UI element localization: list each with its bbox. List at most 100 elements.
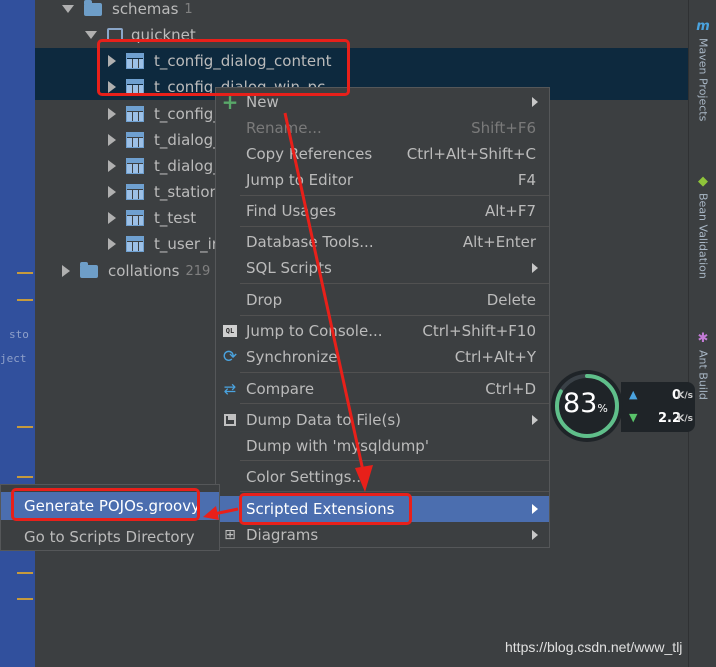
- menu-separator: [240, 460, 549, 461]
- menu-item-label: Drop: [246, 291, 283, 309]
- tool-label: Bean Validation: [696, 193, 710, 279]
- console-icon: QL: [221, 322, 239, 340]
- tree-node-label: collations: [108, 262, 180, 280]
- arrow-down-icon: ▼: [629, 411, 638, 424]
- menu-item-shortcut: F4: [517, 171, 536, 189]
- tree-node-label: t_test: [154, 209, 197, 227]
- menu-item-label: Copy References: [246, 145, 373, 163]
- chevron-down-icon[interactable]: [85, 31, 97, 39]
- maven-icon: m: [696, 19, 710, 34]
- network-monitor-widget: ▲ 0 K/s ▼ 2.2 K/s 83%: [551, 370, 697, 442]
- menu-item-label: Find Usages: [246, 202, 337, 220]
- table-icon: [126, 79, 144, 95]
- tool-label: Maven Projects: [696, 38, 710, 122]
- folder-icon: [80, 261, 98, 278]
- chevron-right-icon[interactable]: [108, 55, 116, 67]
- menu-item-scripted-extensions[interactable]: Scripted Extensions: [216, 496, 549, 522]
- chevron-right-icon[interactable]: [108, 160, 116, 172]
- memory-gauge: 83%: [551, 370, 623, 442]
- gutter-marker: [17, 426, 33, 428]
- menu-item-label: Go to Scripts Directory: [24, 528, 195, 546]
- menu-item-go-to-scripts-directory[interactable]: Go to Scripts Directory: [1, 523, 219, 551]
- chevron-right-icon[interactable]: [108, 134, 116, 146]
- chevron-right-icon[interactable]: [108, 186, 116, 198]
- submenu-arrow-icon: [532, 504, 538, 514]
- tree-node-table[interactable]: t_config_: [108, 101, 221, 127]
- table-icon: [126, 210, 144, 226]
- gutter-marker: [17, 598, 33, 600]
- menu-item-new[interactable]: + New: [216, 89, 549, 115]
- tree-node-collations[interactable]: collations 219: [62, 258, 210, 284]
- bean-icon: ◆: [698, 174, 708, 189]
- tool-label: Ant Build: [696, 350, 710, 400]
- menu-item-jump-to-console[interactable]: QL Jump to Console... Ctrl+Shift+F10: [216, 318, 549, 344]
- right-tool-strip: m Maven Projects ◆ Bean Validation ✱ Ant…: [688, 0, 716, 667]
- table-icon: [126, 53, 144, 69]
- menu-item-label: Dump with 'mysqldump': [246, 437, 429, 455]
- menu-item-drop[interactable]: Drop Delete: [216, 287, 549, 313]
- menu-item-copy-references[interactable]: Copy References Ctrl+Alt+Shift+C: [216, 141, 549, 167]
- tree-node-table[interactable]: t_test: [108, 205, 196, 231]
- menu-separator: [240, 491, 549, 492]
- menu-item-label: Scripted Extensions: [246, 500, 395, 518]
- menu-separator: [240, 283, 549, 284]
- menu-item-database-tools[interactable]: Database Tools... Alt+Enter: [216, 229, 549, 255]
- submenu-arrow-icon: [532, 263, 538, 273]
- chevron-right-icon[interactable]: [108, 212, 116, 224]
- tree-node-quicknet[interactable]: quicknet: [85, 22, 196, 48]
- table-icon: [126, 236, 144, 252]
- menu-item-shortcut: Alt+F7: [484, 202, 536, 220]
- gutter-marker: [17, 299, 33, 301]
- gauge-value: 83: [563, 388, 598, 419]
- menu-item-synchronize[interactable]: ⟳ Synchronize Ctrl+Alt+Y: [216, 344, 549, 370]
- chevron-right-icon[interactable]: [108, 81, 116, 93]
- tree-node-table[interactable]: t_user_ir: [108, 231, 218, 257]
- tree-node-count: 219: [185, 263, 211, 279]
- chevron-right-icon[interactable]: [108, 108, 116, 120]
- menu-item-label: Database Tools...: [246, 233, 374, 251]
- table-icon: [126, 158, 144, 174]
- tool-maven-projects[interactable]: m Maven Projects: [691, 19, 715, 122]
- menu-item-dump-mysqldump[interactable]: Dump with 'mysqldump': [216, 433, 549, 459]
- tree-node-schemas[interactable]: schemas 1: [62, 0, 193, 22]
- tree-node-table[interactable]: t_station_: [108, 179, 227, 205]
- menu-item-dump-data[interactable]: Dump Data to File(s): [216, 407, 549, 433]
- menu-item-label: Diagrams: [246, 526, 319, 544]
- menu-item-label: Color Settings...: [246, 468, 366, 486]
- menu-item-sql-scripts[interactable]: SQL Scripts: [216, 255, 549, 281]
- tool-bean-validation[interactable]: ◆ Bean Validation: [691, 175, 715, 279]
- diagram-icon: ⊞: [224, 527, 236, 543]
- chevron-right-icon[interactable]: [108, 238, 116, 250]
- save-icon: [221, 411, 239, 429]
- menu-item-jump-to-editor[interactable]: Jump to Editor F4: [216, 167, 549, 193]
- menu-separator: [240, 403, 549, 404]
- submenu-arrow-icon: [532, 530, 538, 540]
- tree-node-label: schemas: [112, 0, 179, 18]
- download-unit: K/s: [677, 414, 693, 424]
- menu-item-rename[interactable]: Rename... Shift+F6: [216, 115, 549, 141]
- menu-item-shortcut: Ctrl+Alt+Shift+C: [406, 145, 536, 163]
- tree-node-table[interactable]: t_dialog_: [108, 153, 221, 179]
- arrow-up-icon: ▲: [629, 388, 638, 401]
- menu-item-find-usages[interactable]: Find Usages Alt+F7: [216, 198, 549, 224]
- menu-item-label: Rename...: [246, 119, 322, 137]
- left-editor-strip: sto ject: [0, 0, 35, 667]
- schema-icon: [107, 28, 123, 42]
- table-icon: [126, 132, 144, 148]
- menu-item-color-settings[interactable]: Color Settings...: [216, 464, 549, 490]
- menu-separator: [240, 226, 549, 227]
- scripted-extensions-submenu: Generate POJOs.groovy Go to Scripts Dire…: [0, 484, 220, 551]
- menu-item-diagrams[interactable]: ⊞ Diagrams: [216, 522, 549, 548]
- menu-item-shortcut: Ctrl+D: [485, 380, 536, 398]
- tree-node-table[interactable]: t_dialog_: [108, 127, 221, 153]
- tree-node-label: t_config_: [154, 105, 221, 123]
- menu-item-compare[interactable]: ⇄ Compare Ctrl+D: [216, 376, 549, 402]
- menu-item-generate-pojos[interactable]: Generate POJOs.groovy: [1, 492, 219, 520]
- chevron-right-icon[interactable]: [62, 265, 70, 277]
- menu-separator: [240, 195, 549, 196]
- chevron-down-icon[interactable]: [62, 5, 74, 13]
- tree-node-table[interactable]: t_config_dialog_content: [35, 48, 688, 74]
- table-icon: [126, 106, 144, 122]
- menu-item-label: Synchronize: [246, 348, 338, 366]
- tree-node-label: quicknet: [131, 26, 196, 44]
